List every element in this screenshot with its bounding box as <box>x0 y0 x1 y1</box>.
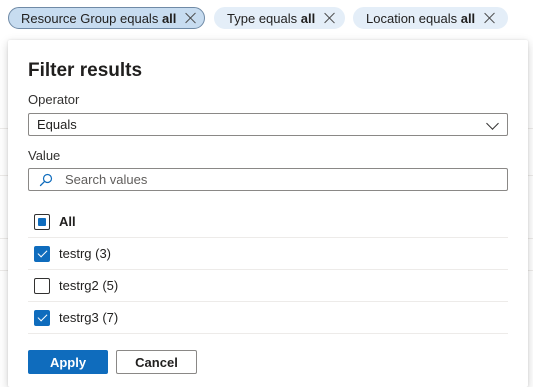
filter-pill-value: all <box>161 10 177 26</box>
filter-pill-field: Resource Group <box>21 10 117 26</box>
search-input[interactable] <box>65 172 485 187</box>
filter-pill-operator: equals <box>418 10 458 26</box>
filter-pill-label: Type equals all <box>215 11 315 26</box>
option-testrg[interactable]: testrg (3) <box>28 238 508 270</box>
filter-pill-value: all <box>300 10 316 26</box>
checkbox-indeterminate[interactable] <box>34 213 50 230</box>
close-icon[interactable] <box>185 12 197 24</box>
filter-pill-field: Location <box>366 10 416 26</box>
option-label: testrg2 (5) <box>59 278 119 293</box>
option-all[interactable]: All <box>28 206 508 238</box>
filter-pill-operator: equals <box>258 10 298 26</box>
chevron-down-icon <box>486 117 499 130</box>
filter-pills-bar: Resource Group equals all Type equals al… <box>8 7 533 31</box>
filter-pill-location[interactable]: Location equals all <box>353 7 508 29</box>
filter-pill-label: Location equals all <box>354 11 475 26</box>
filter-pill-resource-group[interactable]: Resource Group equals all <box>8 7 205 29</box>
filter-pill-field: Type <box>227 10 256 26</box>
option-label: testrg (3) <box>59 246 112 261</box>
checkbox-unchecked[interactable] <box>34 277 50 294</box>
option-testrg2[interactable]: testrg2 (5) <box>28 270 508 302</box>
checkbox-checked[interactable] <box>34 245 50 262</box>
filter-pill-value: all <box>460 10 476 26</box>
cancel-button[interactable]: Cancel <box>116 350 197 374</box>
apply-button[interactable]: Apply <box>28 350 108 374</box>
search-icon <box>39 173 53 187</box>
value-label: Value <box>28 148 61 163</box>
option-label: All <box>59 214 76 229</box>
panel-title: Filter results <box>28 60 143 81</box>
option-testrg3[interactable]: testrg3 (7) <box>28 302 508 334</box>
checkbox-checked[interactable] <box>34 309 50 326</box>
filter-pill-label: Resource Group equals all <box>9 11 176 26</box>
filter-pill-type[interactable]: Type equals all <box>214 7 345 29</box>
operator-select-value: Equals <box>37 117 77 132</box>
operator-select[interactable]: Equals <box>28 113 508 136</box>
filter-pill-operator: equals <box>120 10 159 26</box>
value-options-list: All testrg (3) testrg2 (5) testrg3 (7) <box>28 206 508 334</box>
close-icon[interactable] <box>324 12 336 24</box>
option-label: testrg3 (7) <box>59 310 119 325</box>
close-icon[interactable] <box>484 12 496 24</box>
search-box <box>28 168 508 191</box>
operator-label: Operator <box>28 92 80 107</box>
filter-results-panel: Filter results Operator Equals Value All… <box>8 40 528 387</box>
